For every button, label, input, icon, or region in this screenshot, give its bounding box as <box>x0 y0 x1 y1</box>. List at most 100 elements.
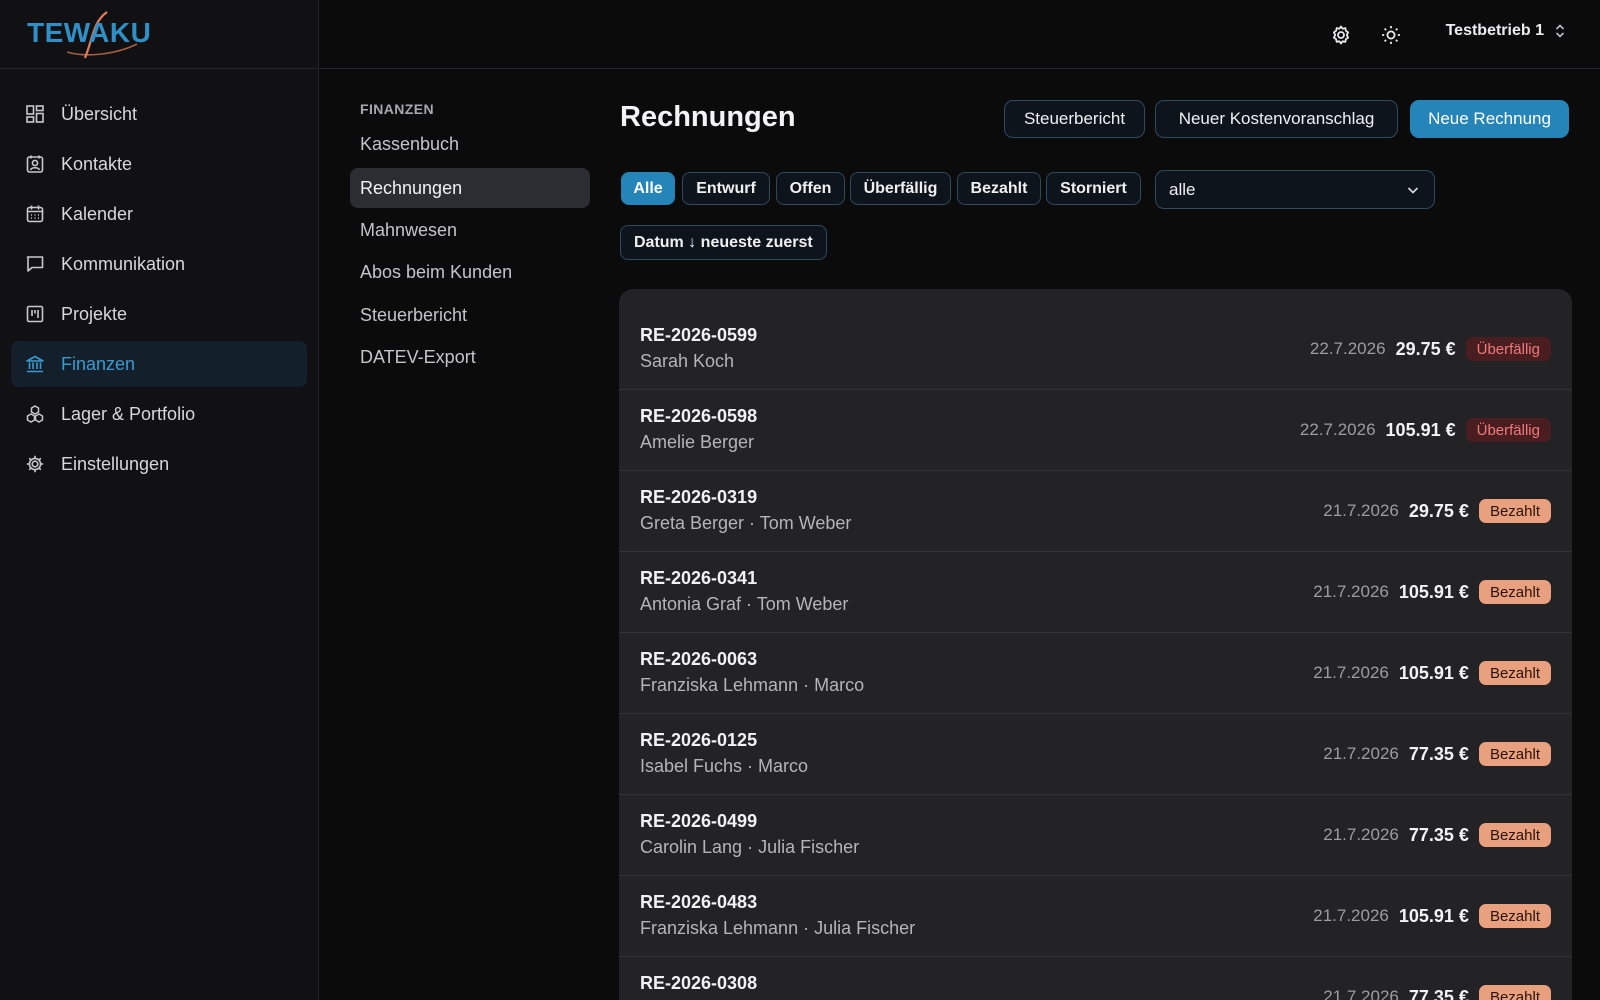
app-window: TEWAKU Übersicht Kontakte Kalender Kommu… <box>0 0 1600 1000</box>
invoice-customer: Antonia Graf · Tom Weber <box>640 594 849 614</box>
invoice-date: 21.7.2026 <box>1313 582 1389 601</box>
status-badge: Bezahlt <box>1478 499 1551 523</box>
invoice-row[interactable]: RE-2026-0499 Carolin Lang · Julia Fische… <box>619 795 1572 876</box>
nav-item-kalender[interactable]: Kalender <box>11 191 307 237</box>
subnav-item-mahnwesen[interactable]: Mahnwesen <box>350 210 590 250</box>
status-badge: Bezahlt <box>1478 823 1551 847</box>
filter-chip-alle[interactable]: Alle <box>621 172 675 205</box>
new-invoice-button[interactable]: Neue Rechnung <box>1410 100 1569 138</box>
filter-chip-storniert[interactable]: Storniert <box>1046 172 1141 205</box>
status-select-value: alle <box>1169 179 1196 199</box>
new-quote-button[interactable]: Neuer Kostenvoranschlag <box>1155 100 1398 138</box>
invoice-amount: 77.35 € <box>1408 824 1469 845</box>
subnav-item-steuerbericht[interactable]: Steuerbericht <box>350 295 590 335</box>
invoice-date: 21.7.2026 <box>1323 744 1399 763</box>
page-title: Rechnungen <box>620 101 796 133</box>
invoice-row[interactable]: RE-2026-0598 Amelie Berger 22.7.2026 105.… <box>619 390 1572 471</box>
nav-item-lager[interactable]: Lager & Portfolio <box>11 391 307 437</box>
invoice-number: RE-2026-0125 <box>640 730 758 750</box>
kanban-icon <box>24 303 46 325</box>
chat-icon <box>24 253 46 275</box>
invoice-number: RE-2026-0308 <box>640 973 758 993</box>
invoice-customer: Franziska Lehmann · Marco <box>640 675 865 695</box>
invoice-customer: Sarah Koch <box>640 351 735 371</box>
invoice-amount: 77.35 € <box>1408 743 1469 764</box>
nav-item-projekte[interactable]: Projekte <box>11 291 307 337</box>
nav-item-kommunikation[interactable]: Kommunikation <box>11 241 307 287</box>
theme-toggle-sun-icon[interactable] <box>1378 22 1404 48</box>
status-select[interactable]: alle <box>1155 170 1435 209</box>
logo-area[interactable]: TEWAKU <box>0 0 318 69</box>
topbar: Testbetrieb 1 <box>320 0 1600 69</box>
filter-chip-ueberfaellig[interactable]: Überfällig <box>850 172 951 205</box>
invoice-date: 22.7.2026 <box>1299 420 1376 439</box>
tenant-switcher[interactable]: Testbetrieb 1 <box>1446 22 1566 40</box>
nav-item-finanzen[interactable]: Finanzen <box>11 341 307 387</box>
invoice-row[interactable]: RE-2026-0125 Isabel Fuchs · Marco 21.7.2… <box>619 714 1572 795</box>
filter-chip-offen[interactable]: Offen <box>776 172 845 205</box>
nav-item-uebersicht[interactable]: Übersicht <box>11 91 307 137</box>
invoice-number: RE-2026-0599 <box>640 325 758 345</box>
invoice-amount: 105.91 € <box>1385 419 1456 440</box>
status-badge: Bezahlt <box>1478 985 1551 1000</box>
status-badge: Bezahlt <box>1478 661 1551 685</box>
filter-chip-bezahlt[interactable]: Bezahlt <box>957 172 1041 205</box>
invoice-number: RE-2026-0499 <box>640 811 758 831</box>
invoice-customer: Isabel Fuchs · Marco <box>640 756 809 776</box>
subnav-item-abos[interactable]: Abos beim Kunden <box>350 252 590 292</box>
invoice-amount: 105.91 € <box>1398 662 1469 683</box>
nav-label: Kommunikation <box>61 253 186 274</box>
invoice-customer: Amelie Berger <box>640 432 755 452</box>
invoice-list: RE-2026-0599 Sarah Koch 22.7.2026 29.75 €… <box>619 289 1572 1000</box>
invoice-date: 21.7.2026 <box>1313 906 1389 925</box>
invoice-number: RE-2026-0063 <box>640 649 758 669</box>
tewaku-logo[interactable]: TEWAKU <box>27 8 155 60</box>
invoice-row[interactable]: RE-2026-0308 21.7.2026 77.35 € Bezahlt <box>619 957 1572 1000</box>
bank-icon <box>24 353 46 375</box>
calendar-icon <box>24 203 46 225</box>
invoice-row[interactable]: RE-2026-0319 Greta Berger · Tom Weber 21… <box>619 471 1572 552</box>
invoice-customer: Greta Berger · Tom Weber <box>640 513 852 533</box>
invoice-row[interactable]: RE-2026-0341 Antonia Graf · Tom Weber 21… <box>619 552 1572 633</box>
invoice-amount: 29.75 € <box>1408 500 1469 521</box>
invoice-amount: 105.91 € <box>1398 905 1469 926</box>
invoice-number: RE-2026-0341 <box>640 568 758 588</box>
tenant-name: Testbetrieb 1 <box>1445 22 1544 39</box>
filter-chip-entwurf[interactable]: Entwurf <box>682 172 770 205</box>
invoice-date: 21.7.2026 <box>1323 501 1399 520</box>
status-badge: Überfällig <box>1465 337 1551 361</box>
nav-label: Lager & Portfolio <box>61 403 196 424</box>
nav-label: Übersicht <box>61 103 138 124</box>
chevron-down-icon <box>1407 187 1419 194</box>
boxes-icon <box>24 403 46 425</box>
sort-button[interactable]: Datum ↓ neueste zuerst <box>620 225 827 260</box>
tax-report-button[interactable]: Steuerbericht <box>1004 100 1145 138</box>
invoice-row[interactable]: RE-2026-0483 Franziska Lehmann · Julia F… <box>619 876 1572 957</box>
invoice-number: RE-2026-0319 <box>640 487 758 507</box>
nav-label: Einstellungen <box>61 453 170 474</box>
status-badge: Überfällig <box>1465 418 1551 442</box>
invoice-row[interactable]: RE-2026-0599 Sarah Koch 22.7.2026 29.75 €… <box>619 309 1572 390</box>
gear-icon <box>24 453 46 475</box>
subnav-item-kassenbuch[interactable]: Kassenbuch <box>350 124 590 164</box>
dashboard-icon <box>24 103 46 125</box>
settings-gear-icon[interactable] <box>1328 22 1354 48</box>
invoice-row[interactable]: RE-2026-0063 Franziska Lehmann · Marco 2… <box>619 633 1572 714</box>
nav-label: Kalender <box>61 203 134 224</box>
invoice-number: RE-2026-0483 <box>640 892 758 912</box>
contacts-icon <box>24 153 46 175</box>
invoice-number: RE-2026-0598 <box>640 406 758 426</box>
nav-label: Projekte <box>61 303 128 324</box>
subnav-item-datev-export[interactable]: DATEV-Export <box>350 337 590 377</box>
status-badge: Bezahlt <box>1478 580 1551 604</box>
invoice-date: 21.7.2026 <box>1323 825 1399 844</box>
logo-text: TEWAKU <box>27 17 151 48</box>
invoice-date: 21.7.2026 <box>1323 987 1399 1000</box>
invoice-amount: 77.35 € <box>1408 986 1469 1000</box>
invoice-customer: Carolin Lang · Julia Fischer <box>640 837 860 857</box>
nav-item-einstellungen[interactable]: Einstellungen <box>11 441 307 487</box>
subnav-item-rechnungen[interactable]: Rechnungen <box>350 168 590 208</box>
status-badge: Bezahlt <box>1478 904 1551 928</box>
main-nav: Übersicht Kontakte Kalender Kommunikatio… <box>0 69 318 487</box>
nav-item-kontakte[interactable]: Kontakte <box>11 141 307 187</box>
